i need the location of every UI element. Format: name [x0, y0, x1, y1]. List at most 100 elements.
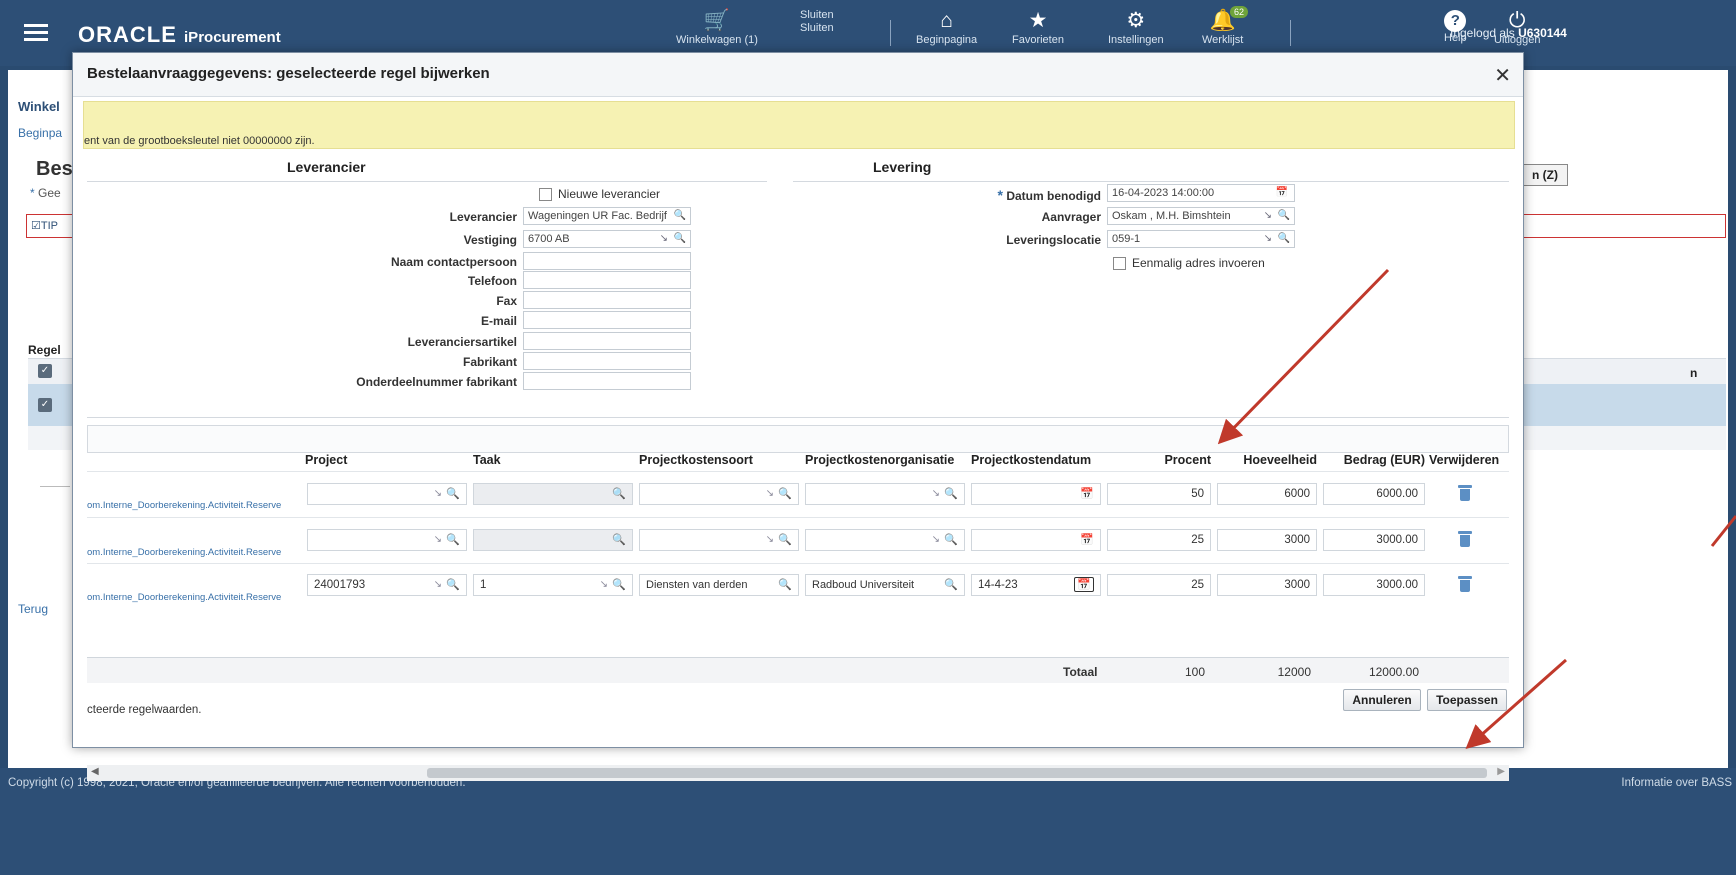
manufacturer-field[interactable] [523, 352, 691, 370]
amount-field[interactable]: 3000.00 [1323, 574, 1425, 596]
amount-field[interactable]: 6000.00 [1323, 483, 1425, 505]
delivery-location-field[interactable]: 059-1 ↘ 🔍 [1107, 230, 1295, 248]
clear-icon[interactable]: ↘ [600, 579, 608, 590]
required-icon: * [997, 187, 1003, 203]
quantity-field[interactable]: 3000 [1217, 574, 1317, 596]
home-link[interactable]: ⌂ Beginpagina [916, 8, 977, 46]
search-icon[interactable]: 🔍 [778, 578, 792, 591]
clear-icon[interactable]: ↘ [766, 488, 774, 499]
favorites-link[interactable]: ★ Favorieten [1012, 8, 1064, 46]
cost-org-field[interactable]: ↘ 🔍 [805, 483, 965, 505]
percent-field[interactable]: 25 [1107, 574, 1211, 596]
account-link[interactable]: om.Interne_Doorberekening.Activiteit.Res… [87, 547, 281, 558]
cost-date-field[interactable]: 14-4-23 📅 [971, 574, 1101, 596]
calendar-icon[interactable]: 📅 [1276, 187, 1288, 198]
account-link[interactable]: om.Interne_Doorberekening.Activiteit.Res… [87, 500, 281, 511]
cancel-button[interactable]: Annuleren [1343, 689, 1421, 711]
help-link[interactable]: ? Help [1444, 8, 1467, 44]
supplier-value: Wageningen UR Fac. Bedrijf [528, 210, 667, 222]
scrollbar-thumb[interactable] [427, 768, 1487, 778]
quantity-field[interactable]: 6000 [1217, 483, 1317, 505]
fax-field[interactable] [523, 291, 691, 309]
supplier-item-field[interactable] [523, 332, 691, 350]
amount-field[interactable]: 3000.00 [1323, 529, 1425, 551]
bg-z-button[interactable]: n (Z) [1522, 164, 1568, 186]
search-icon[interactable]: 🔍 [1278, 233, 1290, 244]
calendar-icon[interactable]: 📅 [1080, 487, 1094, 500]
cost-date-field[interactable]: 📅 [971, 483, 1101, 505]
clear-icon[interactable]: ↘ [766, 534, 774, 545]
clear-icon[interactable]: ↘ [1264, 233, 1272, 244]
trash-icon[interactable] [1458, 485, 1472, 501]
search-icon[interactable]: 🔍 [446, 487, 460, 500]
scroll-left-icon[interactable]: ◀ [91, 766, 99, 777]
trash-icon[interactable] [1458, 531, 1472, 547]
cost-org-field[interactable]: Radboud Universiteit 🔍 [805, 574, 965, 596]
project-field[interactable]: ↘ 🔍 [307, 483, 467, 505]
search-icon[interactable]: 🔍 [612, 578, 626, 591]
search-icon[interactable]: 🔍 [1278, 210, 1290, 221]
task-field[interactable]: 1 ↘ 🔍 [473, 574, 633, 596]
search-icon[interactable]: 🔍 [674, 210, 686, 221]
clear-icon[interactable]: ↘ [932, 488, 940, 499]
apply-button[interactable]: Toepassen [1427, 689, 1507, 711]
requester-field[interactable]: Oskam , M.H. Bimshtein ↘ 🔍 [1107, 207, 1295, 225]
contact-name-field[interactable] [523, 252, 691, 270]
date-needed-field[interactable]: 16-04-2023 14:00:00 📅 [1107, 184, 1295, 202]
cart-link[interactable]: 🛒 Winkelwagen (1) [676, 8, 758, 46]
bg-select-all-checkbox[interactable]: ✓ [38, 364, 52, 378]
date-needed-label: * Datum benodigd [933, 187, 1101, 203]
search-icon[interactable]: 🔍 [778, 487, 792, 500]
scroll-right-icon[interactable]: ▶ [1497, 766, 1505, 777]
percent-field[interactable]: 50 [1107, 483, 1211, 505]
new-supplier-checkbox[interactable]: Nieuwe leverancier [539, 187, 660, 202]
email-field[interactable] [523, 311, 691, 329]
close-icon[interactable]: ✕ [1494, 63, 1511, 88]
clear-icon[interactable]: ↘ [434, 488, 442, 499]
one-time-address-checkbox[interactable]: Eenmalig adres invoeren [1113, 256, 1265, 271]
supplier-field[interactable]: Wageningen UR Fac. Bedrijf 🔍 [523, 207, 691, 225]
bg-required-note: * Gee [30, 186, 61, 200]
bg-tab-winkel[interactable]: Winkel [18, 99, 60, 114]
calendar-icon[interactable]: 📅 [1080, 533, 1094, 546]
phone-field[interactable] [523, 271, 691, 289]
cost-type-field[interactable]: ↘ 🔍 [639, 483, 799, 505]
clear-icon[interactable]: ↘ [1264, 210, 1272, 221]
cost-type-field[interactable]: ↘ 🔍 [639, 529, 799, 551]
clear-icon[interactable]: ↘ [434, 579, 442, 590]
search-icon[interactable]: 🔍 [446, 533, 460, 546]
horizontal-scrollbar[interactable]: ◀ ▶ [87, 765, 1509, 781]
site-field[interactable]: 6700 AB ↘ 🔍 [523, 230, 691, 248]
quantity-field[interactable]: 3000 [1217, 529, 1317, 551]
logout-link[interactable]: ⏻ Uitloggen [1494, 8, 1540, 46]
percent-field[interactable]: 25 [1107, 529, 1211, 551]
search-icon[interactable]: 🔍 [778, 533, 792, 546]
bg-breadcrumb[interactable]: Beginpa [18, 126, 62, 140]
settings-link[interactable]: ⚙ Instellingen [1108, 8, 1164, 46]
cost-type-field[interactable]: Diensten van derden 🔍 [639, 574, 799, 596]
favorites-label: Favorieten [1012, 34, 1064, 46]
close-link[interactable]: Sluiten Sluiten [800, 8, 834, 34]
bg-back-link[interactable]: Terug [18, 602, 48, 616]
search-icon[interactable]: 🔍 [944, 533, 958, 546]
bg-row-checkbox[interactable]: ✓ [38, 398, 52, 412]
search-icon[interactable]: 🔍 [446, 578, 460, 591]
project-field[interactable]: ↘ 🔍 [307, 529, 467, 551]
search-icon[interactable]: 🔍 [944, 578, 958, 591]
cost-org-field[interactable]: ↘ 🔍 [805, 529, 965, 551]
search-icon[interactable]: 🔍 [674, 233, 686, 244]
account-link[interactable]: om.Interne_Doorberekening.Activiteit.Res… [87, 592, 281, 603]
manufacturer-part-field[interactable] [523, 372, 691, 390]
col-header-project: Project [305, 453, 348, 467]
trash-icon[interactable] [1458, 576, 1472, 592]
calendar-icon[interactable]: 📅 [1074, 577, 1094, 592]
clear-icon[interactable]: ↘ [434, 534, 442, 545]
clear-icon[interactable]: ↘ [932, 534, 940, 545]
about-link[interactable]: Informatie over BASS [1621, 777, 1732, 789]
menu-icon[interactable] [24, 24, 48, 42]
project-field[interactable]: 24001793 ↘ 🔍 [307, 574, 467, 596]
search-icon[interactable]: 🔍 [944, 487, 958, 500]
cost-date-field[interactable]: 📅 [971, 529, 1101, 551]
clear-icon[interactable]: ↘ [660, 233, 668, 244]
worklist-link[interactable]: 🔔 62 Werklijst [1202, 6, 1249, 46]
